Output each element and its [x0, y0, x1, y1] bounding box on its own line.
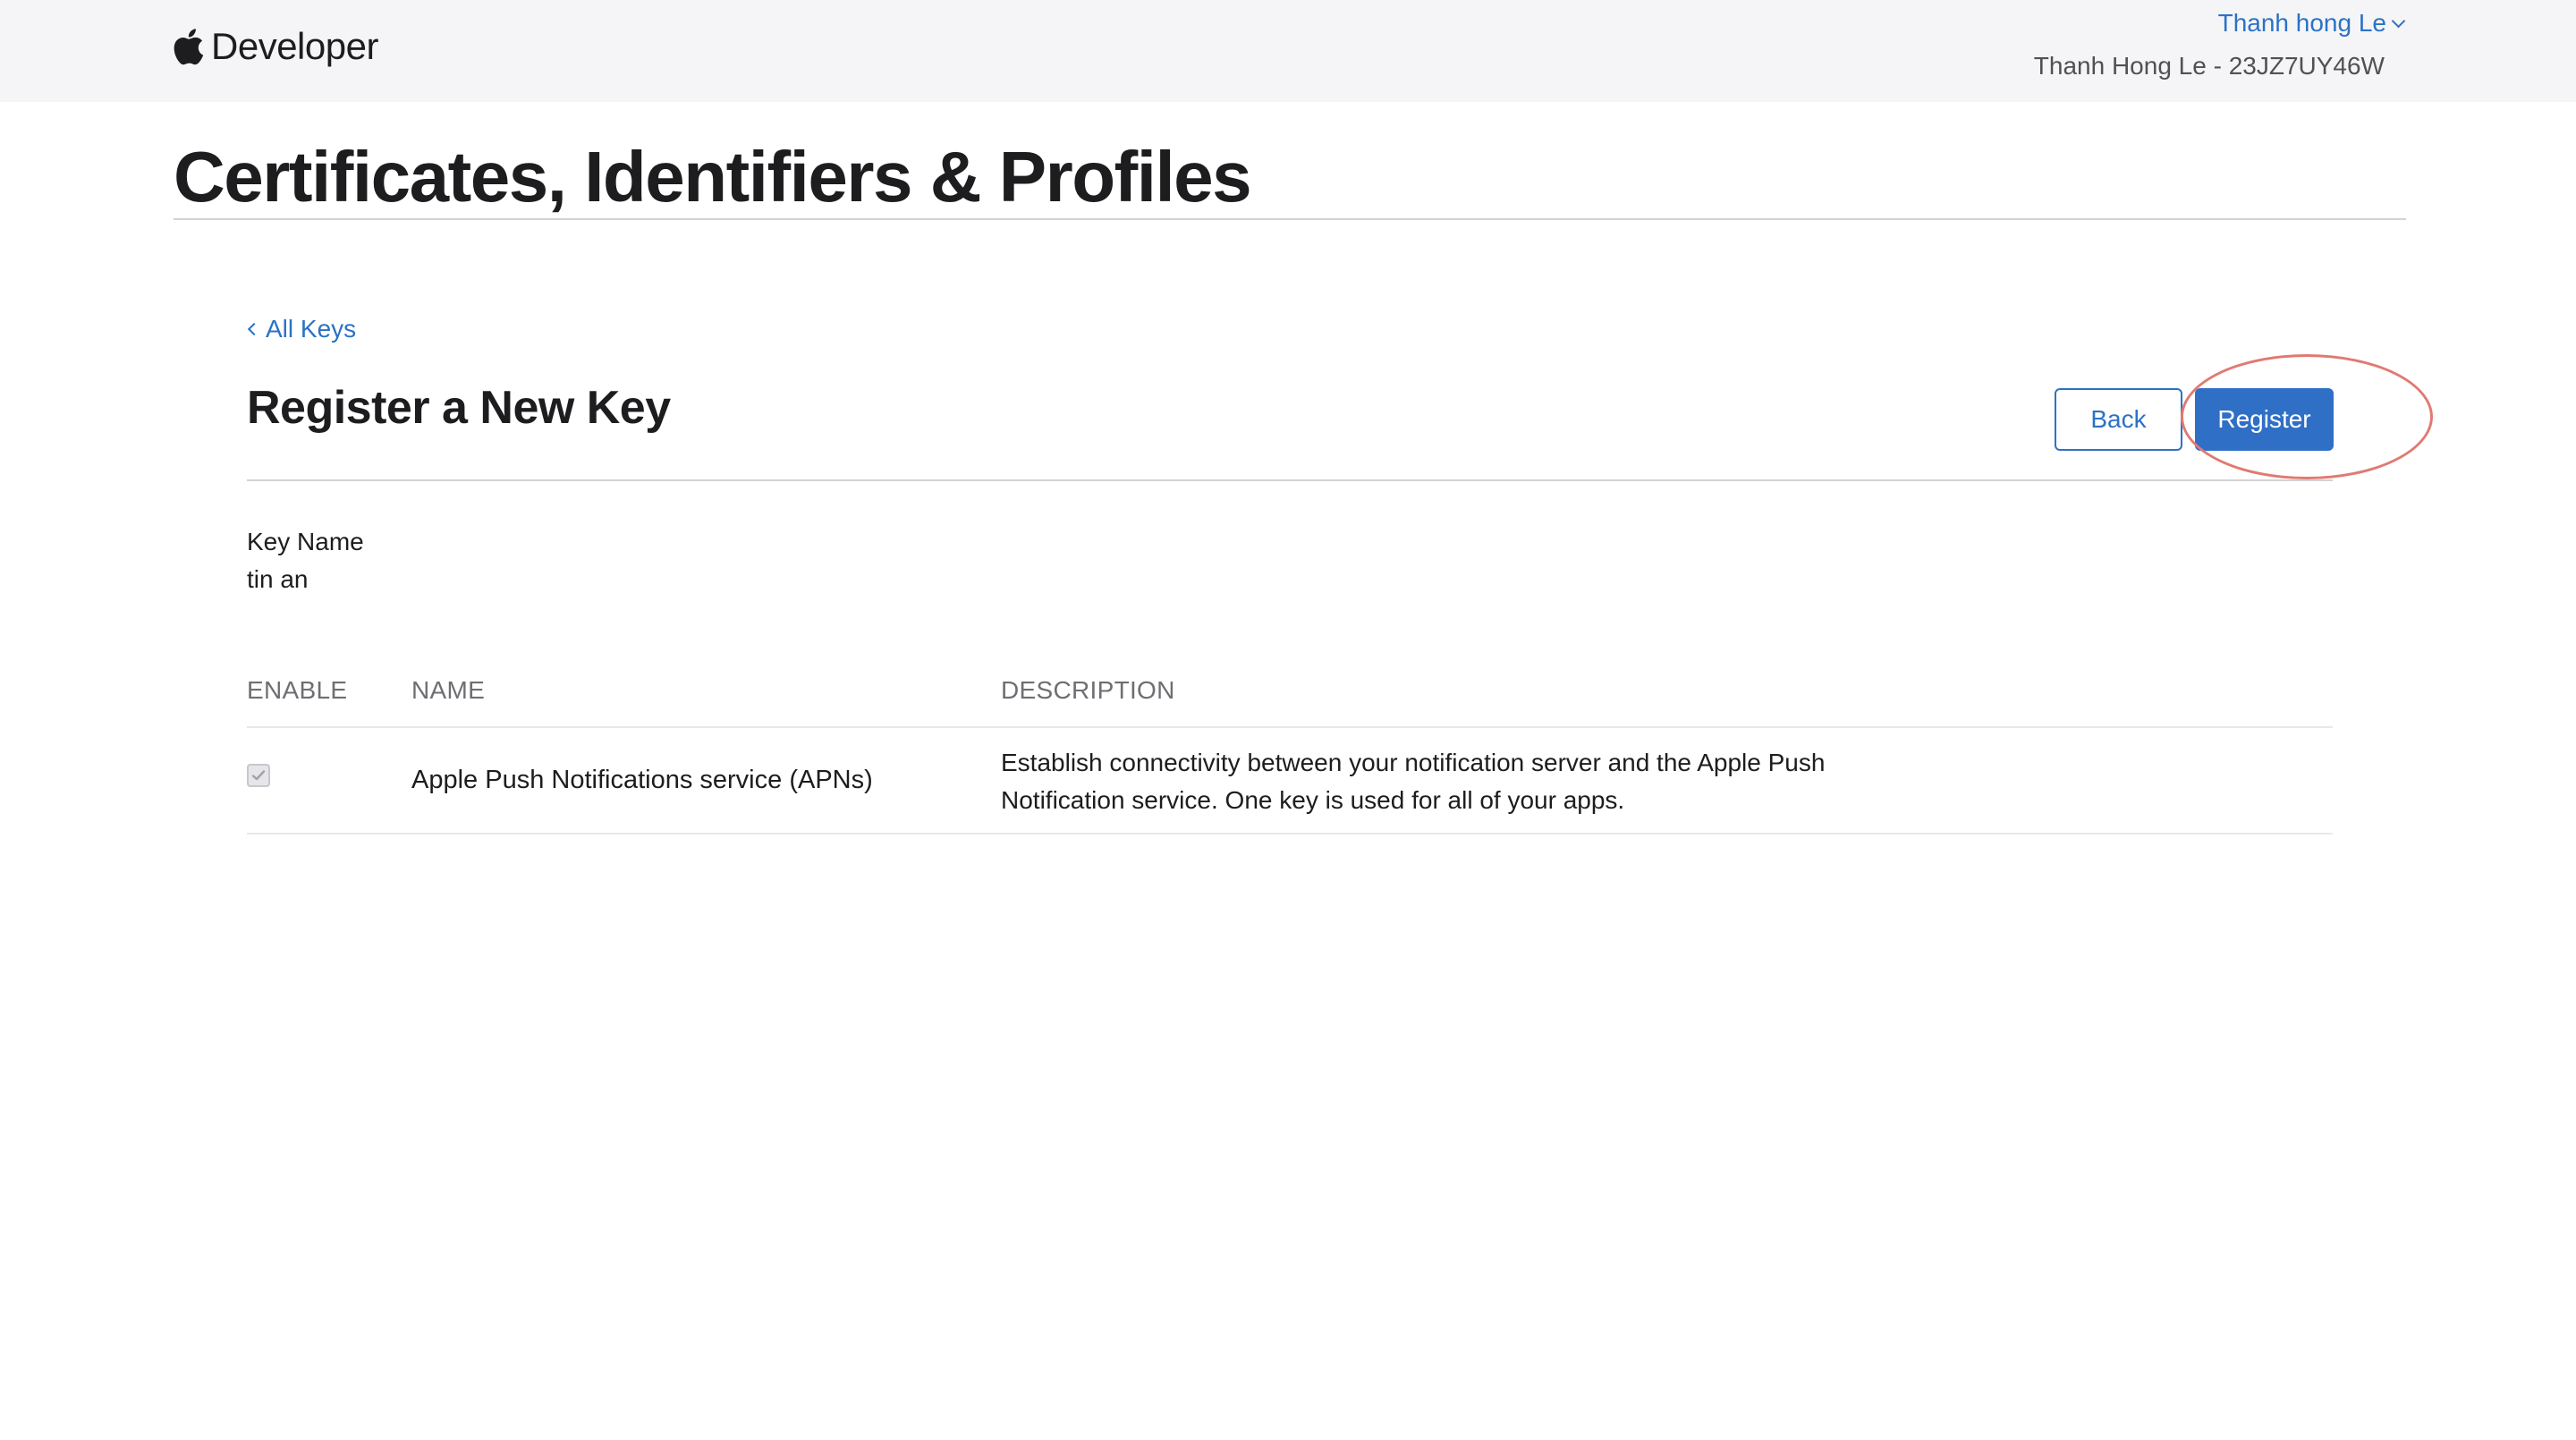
key-name-value: tin an	[247, 565, 309, 593]
key-name-label: Key Name	[247, 528, 364, 555]
account-menu[interactable]: Thanh hong Le	[2217, 9, 2406, 38]
apple-logo-icon	[174, 28, 204, 65]
register-button[interactable]: Register	[2195, 388, 2334, 451]
chevron-down-icon	[2391, 13, 2406, 28]
section-title: Register a New Key	[247, 382, 671, 434]
table-row-divider	[247, 726, 2333, 728]
all-keys-label: All Keys	[266, 315, 357, 343]
account-name-label: Thanh hong Le	[2217, 9, 2386, 37]
column-header-enable: ENABLE	[247, 676, 348, 704]
table-row-divider	[247, 833, 2333, 834]
chevron-left-icon	[247, 322, 261, 336]
all-keys-link[interactable]: All Keys	[247, 315, 356, 343]
page-title: Certificates, Identifiers & Profiles	[174, 137, 1252, 216]
brand-label: Developer	[211, 25, 378, 67]
service-description: Establish connectivity between your noti…	[1001, 749, 1826, 814]
checkmark-icon	[251, 769, 266, 782]
back-button[interactable]: Back	[2055, 388, 2182, 451]
account-team-id: Thanh Hong Le - 23JZ7UY46W	[2033, 52, 2385, 80]
global-header: Developer Thanh hong Le Thanh Hong Le - …	[0, 0, 2576, 102]
column-header-description: DESCRIPTION	[1001, 676, 1175, 704]
column-header-name: NAME	[411, 676, 486, 704]
section-divider	[247, 479, 2333, 481]
apns-enable-checkbox[interactable]	[247, 764, 270, 787]
title-divider	[174, 218, 2406, 220]
developer-brand[interactable]: Developer	[174, 20, 378, 73]
service-name: Apple Push Notifications service (APNs)	[411, 766, 873, 794]
